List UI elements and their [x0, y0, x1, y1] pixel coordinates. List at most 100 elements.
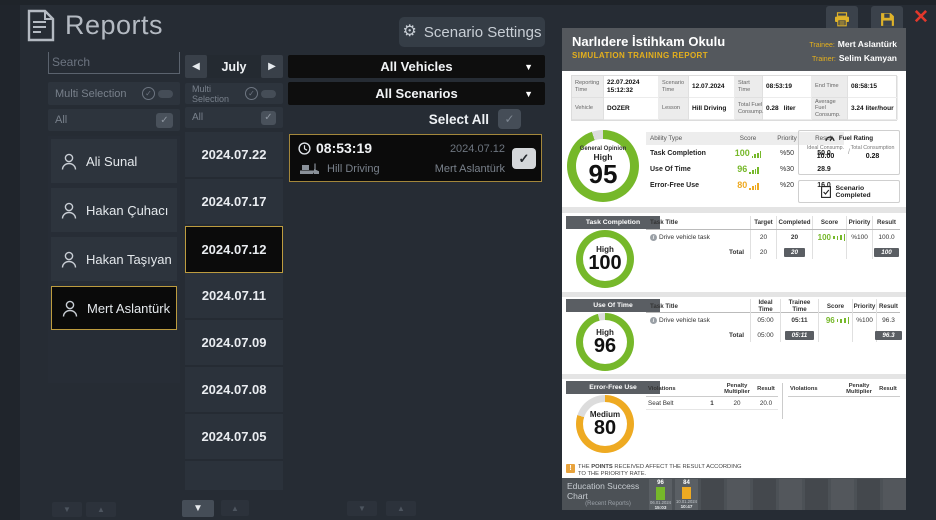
session-checkbox[interactable]: ✓ [512, 148, 536, 169]
fuel-gauge-icon [825, 134, 835, 142]
education-success-chart: Education Success Chart (Recent Reports)… [562, 478, 906, 510]
info-value: DOZER [604, 98, 659, 120]
trainee-item[interactable]: Hakan Taşıyan [51, 237, 177, 281]
info-value: Hill Driving [689, 98, 735, 120]
scenario-completed-badge: Scenario Completed [798, 180, 900, 203]
chart-empty-slot [857, 479, 880, 510]
date-item[interactable]: 2024.07.08 [185, 367, 283, 414]
date-item[interactable]: 2024.07.17 [185, 179, 283, 226]
date-item[interactable]: 2024.07.22 [185, 132, 283, 179]
violations-table-secondary: Violations Penalty Multiplier Result [788, 381, 900, 397]
info-label: Scenario Time [659, 76, 689, 98]
priority-note: ! THE POINTS RECEIVED AFFECT THE RESULT … [566, 464, 766, 478]
session-scroll-down-button[interactable]: ▼ [347, 501, 377, 516]
trainee-item-selected[interactable]: Mert Aslantürk [51, 286, 177, 330]
date-item-selected[interactable]: 2024.07.12 [185, 226, 283, 273]
date-all-checkbox[interactable]: ✓ [261, 111, 276, 125]
chart-bar [656, 487, 665, 500]
trainee-scroll-down-button[interactable]: ▼ [52, 502, 82, 517]
trainee-name: Hakan Çuhacı [86, 203, 168, 218]
signal-bars-icon [749, 167, 758, 174]
session-scroll-up-button[interactable]: ▲ [386, 501, 416, 516]
date-scroll-down-button[interactable]: ▼ [182, 500, 214, 517]
task-completion-table: Task Title Target Completed Score Priori… [646, 216, 900, 259]
check-icon: ✓ [264, 112, 272, 123]
date-item[interactable]: 2024.07.09 [185, 320, 283, 367]
trainer-label: Trainer: [812, 56, 836, 63]
section-divider [562, 374, 906, 379]
section-divider [562, 292, 906, 297]
dozer-vehicle-icon [298, 162, 322, 175]
select-all-label: Select All [429, 112, 489, 127]
check-icon: ✓ [519, 151, 530, 167]
chevron-right-icon: ▶ [268, 61, 276, 72]
table-divider [782, 383, 783, 419]
multi-selection-label: Multi Selection [192, 84, 245, 104]
session-trainee: Mert Aslantürk [435, 163, 505, 175]
next-month-button[interactable]: ▶ [261, 55, 283, 78]
check-icon: ✓ [160, 115, 168, 126]
page-title: Reports [65, 10, 163, 41]
info-label: Reporting Time [572, 76, 604, 98]
gear-icon: ⚙ [403, 24, 417, 40]
chart-empty-slot [701, 479, 724, 510]
trainee-multi-selection-toggle[interactable]: ✓ [142, 87, 173, 100]
trainee-item[interactable]: Hakan Çuhacı [51, 188, 177, 232]
signal-bars-icon [749, 183, 758, 190]
chart-bar-slot: 84 10.01.2024 10:47 [675, 479, 698, 510]
close-icon: ✕ [913, 6, 929, 29]
date-item[interactable]: 2024.07.05 [185, 414, 283, 461]
session-time: 08:53:19 [316, 140, 372, 156]
task-row: iDrive vehicle task 20 20 100 %100 100.0 [646, 230, 900, 245]
trainee-all-row: All ✓ [48, 109, 180, 131]
trainee-all-checkbox[interactable]: ✓ [156, 113, 173, 128]
session-date: 2024.07.12 [450, 143, 505, 155]
trainee-multi-selection-row: Multi Selection ✓ [48, 82, 180, 105]
date-item[interactable]: 2024.07.11 [185, 273, 283, 320]
multi-selection-label: Multi Selection [55, 88, 127, 100]
chevron-down-icon: ▼ [524, 89, 533, 99]
time-row: iDrive vehicle task 05:00 05:11 96 %100 … [646, 313, 900, 328]
left-edge-strip [0, 0, 20, 520]
fuel-rating-box: Fuel Rating Ideal Consump.10.00 / Total … [798, 130, 900, 175]
report-document-icon [27, 9, 55, 42]
info-label: Vehicle [572, 98, 604, 120]
chart-empty-slot [805, 479, 828, 510]
date-multi-selection-toggle[interactable]: ✓ [245, 87, 276, 100]
all-label: All [192, 112, 203, 123]
gauge-score: 95 [589, 162, 618, 186]
previous-month-button[interactable]: ◀ [185, 55, 207, 78]
scenarios-filter-value: All Scenarios [375, 86, 457, 101]
scenario-settings-button[interactable]: ⚙ Scenario Settings [399, 17, 545, 47]
info-icon: i [650, 234, 657, 241]
chevron-down-icon: ▼ [358, 504, 366, 513]
trainee-label: Trainee: [809, 42, 834, 49]
fuel-rating-title: Fuel Rating [839, 135, 873, 142]
chart-title: Education Success Chart [567, 481, 649, 501]
trainee-scroll-up-button[interactable]: ▲ [86, 502, 116, 517]
scenario-settings-label: Scenario Settings [424, 24, 542, 41]
use-of-time-gauge: High 96 [576, 313, 634, 371]
info-label: Total Fuel Consump. [735, 98, 763, 120]
session-card[interactable]: 08:53:19 2024.07.12 Hill Driving Mert As… [289, 134, 542, 182]
date-list: 2024.07.22 2024.07.17 2024.07.12 2024.07… [185, 132, 283, 490]
check-circle-icon: ✓ [245, 87, 258, 100]
chevron-down-icon: ▼ [63, 505, 71, 514]
select-all-checkbox[interactable]: ✓ [498, 109, 521, 129]
scenarios-filter-dropdown[interactable]: All Scenarios ▼ [288, 82, 545, 105]
search-input[interactable] [49, 52, 179, 72]
close-button[interactable]: ✕ [908, 5, 934, 29]
chevron-left-icon: ◀ [192, 61, 200, 72]
page-title-group: Reports [27, 9, 163, 42]
report-header: Narlıdere İstihkam Okulu SIMULATION TRAI… [562, 28, 906, 71]
date-scroll-up-button[interactable]: ▲ [221, 500, 249, 516]
trainee-item[interactable]: Ali Sunal [51, 139, 177, 183]
error-free-use-gauge: Medium 80 [576, 395, 634, 453]
vehicles-filter-dropdown[interactable]: All Vehicles ▼ [288, 55, 545, 78]
scenario-completed-label: Scenario Completed [836, 185, 878, 199]
use-of-time-table: Task Title Ideal Time Trainee Time Score… [646, 299, 900, 342]
all-label: All [55, 114, 67, 126]
month-label: July [207, 55, 261, 78]
violation-row: Seat Belt 1 20 20.0 [646, 397, 778, 410]
chevron-down-icon: ▼ [524, 62, 533, 72]
